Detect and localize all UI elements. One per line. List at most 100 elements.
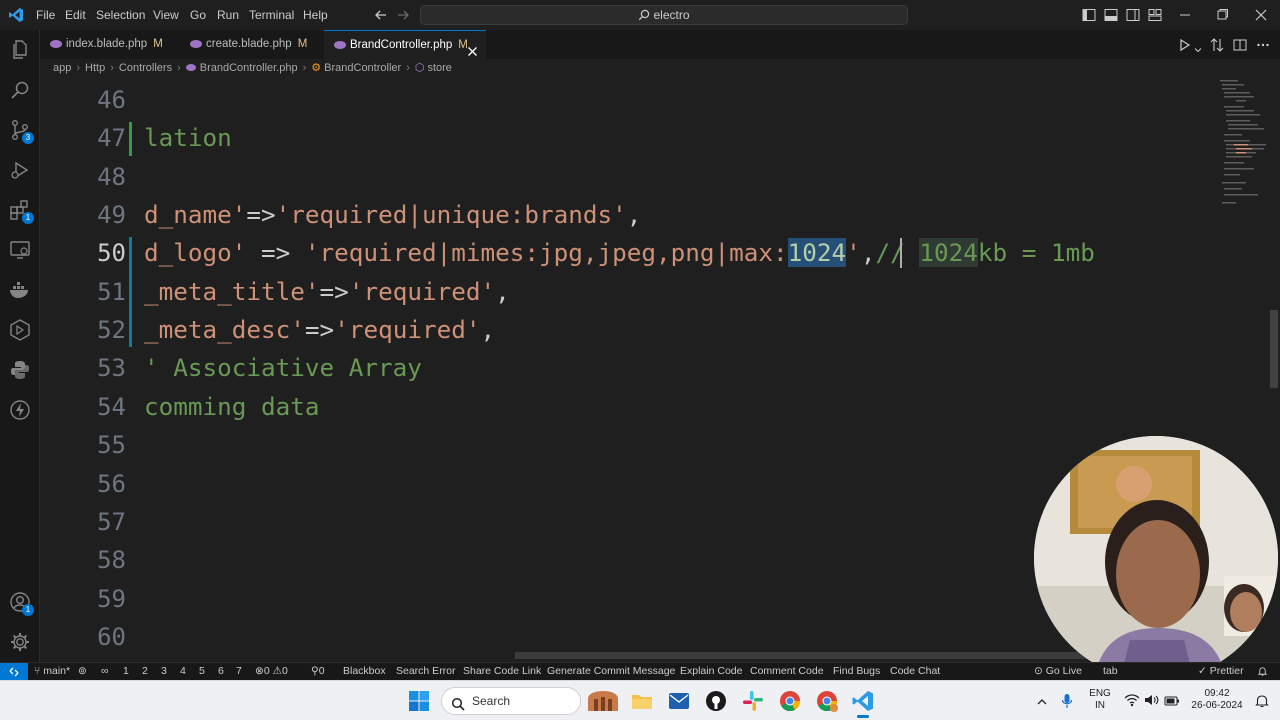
status-share-code-link[interactable]: Share Code Link [463, 663, 541, 680]
nav-forward-icon[interactable] [396, 8, 410, 22]
close-tab-icon[interactable] [467, 40, 478, 56]
github-app-icon[interactable] [704, 689, 728, 713]
breadcrumb-item[interactable]: Controllers [119, 62, 172, 74]
notification-center-icon[interactable] [1254, 693, 1270, 709]
go-live-label: Go Live [1045, 665, 1082, 677]
menu-go[interactable]: Go [190, 0, 206, 30]
breadcrumb-item[interactable]: Http [85, 62, 105, 74]
code-line-47: lation [144, 123, 232, 152]
windows-start-icon[interactable] [407, 689, 431, 713]
hexagon-extension-icon[interactable] [8, 318, 32, 342]
remote-explorer-icon[interactable] [8, 238, 32, 262]
extensions-badge: 1 [22, 212, 34, 224]
status-find-bugs[interactable]: Find Bugs [833, 663, 880, 680]
menu-run[interactable]: Run [217, 0, 239, 30]
status-number[interactable]: 7 [236, 663, 242, 680]
battery-icon[interactable] [1164, 694, 1180, 706]
status-code-chat[interactable]: Code Chat [890, 663, 940, 680]
chrome-profile-icon[interactable] [815, 689, 839, 713]
file-explorer-icon[interactable] [630, 689, 654, 713]
search-text: electro [653, 8, 690, 22]
settings-gear-icon[interactable] [8, 630, 32, 654]
accounts-icon[interactable]: 1 [8, 590, 34, 616]
status-number[interactable]: 3 [161, 663, 167, 680]
menu-help[interactable]: Help [303, 0, 328, 30]
tab-label: BrandController.php [350, 39, 453, 51]
tab-brandcontroller[interactable]: BrandController.php M [324, 30, 486, 59]
breadcrumb-item[interactable]: store [427, 62, 451, 74]
comma: , [480, 315, 496, 344]
clock[interactable]: 09:42 26-06-2024 [1188, 688, 1246, 712]
minimize-icon[interactable] [1178, 8, 1192, 22]
explorer-icon[interactable] [8, 38, 32, 62]
menu-edit[interactable]: Edit [65, 0, 86, 30]
breadcrumb-item[interactable]: app [53, 62, 71, 74]
language-indicator[interactable]: ENG IN [1086, 688, 1114, 712]
status-number[interactable]: 1 [123, 663, 129, 680]
status-explain-code[interactable]: Explain Code [680, 663, 742, 680]
infinity-indicator[interactable]: ∞ [101, 663, 109, 680]
slack-icon[interactable] [741, 689, 765, 713]
search-sidebar-icon[interactable] [8, 78, 32, 102]
status-search-error[interactable]: Search Error [396, 663, 456, 680]
lightning-icon[interactable] [8, 398, 32, 422]
menu-file[interactable]: File [36, 0, 55, 30]
compare-changes-icon[interactable] [1210, 38, 1224, 52]
git-branch[interactable]: ⑂ main* [34, 663, 70, 680]
ports-indicator[interactable]: ⚲0 [311, 663, 325, 680]
source-control-icon[interactable]: 3 [8, 118, 34, 144]
maximize-icon[interactable] [1215, 8, 1229, 22]
rule-string: 'required|mimes:jpg,jpeg,png|max: [304, 238, 788, 267]
tab-size-indicator[interactable]: tab [1103, 663, 1118, 680]
wifi-icon[interactable] [1124, 693, 1140, 707]
widgets-icon[interactable] [584, 689, 622, 713]
breadcrumb-item[interactable]: BrandController.php [200, 62, 298, 74]
status-number[interactable]: 5 [199, 663, 205, 680]
close-window-icon[interactable] [1254, 8, 1268, 22]
status-number[interactable]: 4 [180, 663, 186, 680]
docker-icon[interactable] [8, 278, 32, 302]
extensions-icon[interactable]: 1 [8, 198, 34, 224]
problems-indicator[interactable]: ⊗0 ⚠0 [255, 663, 288, 680]
run-debug-icon[interactable] [8, 158, 32, 182]
mail-app-icon[interactable] [667, 689, 691, 713]
command-center-search[interactable]: electro [420, 5, 908, 25]
chrome-icon[interactable] [778, 689, 802, 713]
sync-icon[interactable]: ⊚ [78, 663, 87, 680]
nav-back-icon[interactable] [374, 8, 388, 22]
prettier-status[interactable]: ✓ Prettier [1198, 663, 1244, 680]
remote-indicator-icon[interactable] [0, 663, 28, 681]
arrow-operator: => [319, 277, 349, 306]
status-number[interactable]: 2 [142, 663, 148, 680]
menu-view[interactable]: View [153, 0, 179, 30]
rule-string: 'required' [348, 277, 496, 306]
tab-modified-indicator: M [153, 38, 163, 50]
tab-index-blade[interactable]: index.blade.php M [40, 30, 178, 59]
volume-icon[interactable] [1144, 693, 1160, 707]
customize-layout-icon[interactable] [1148, 8, 1162, 22]
taskbar-search[interactable]: Search [441, 687, 581, 715]
status-number[interactable]: 6 [218, 663, 224, 680]
status-generate-commit-message[interactable]: Generate Commit Message [547, 663, 675, 680]
menu-selection[interactable]: Selection [96, 0, 145, 30]
microphone-icon[interactable] [1061, 693, 1073, 709]
scrollbar-thumb[interactable] [1270, 310, 1278, 388]
split-editor-icon[interactable] [1233, 38, 1247, 52]
run-file-icon[interactable] [1178, 38, 1192, 52]
vscode-taskbar-icon[interactable] [851, 689, 875, 718]
status-blackbox[interactable]: Blackbox [343, 663, 386, 680]
go-live[interactable]: ⊙ Go Live [1034, 663, 1082, 680]
menu-terminal[interactable]: Terminal [249, 0, 294, 30]
chevron-right-icon: › [406, 62, 410, 74]
python-icon[interactable] [8, 358, 32, 382]
show-hidden-icons-chevron-icon[interactable] [1036, 695, 1048, 707]
breadcrumb-item[interactable]: BrandController [324, 62, 401, 74]
more-actions-icon[interactable] [1256, 38, 1270, 52]
broadcast-icon: ⊙ [1034, 665, 1043, 677]
chevron-down-icon[interactable] [1194, 41, 1202, 53]
tab-create-blade[interactable]: create.blade.php M [180, 30, 322, 59]
toggle-primary-sidebar-icon[interactable] [1082, 8, 1096, 22]
toggle-panel-icon[interactable] [1104, 8, 1118, 22]
toggle-secondary-sidebar-icon[interactable] [1126, 8, 1140, 22]
status-comment-code[interactable]: Comment Code [750, 663, 824, 680]
